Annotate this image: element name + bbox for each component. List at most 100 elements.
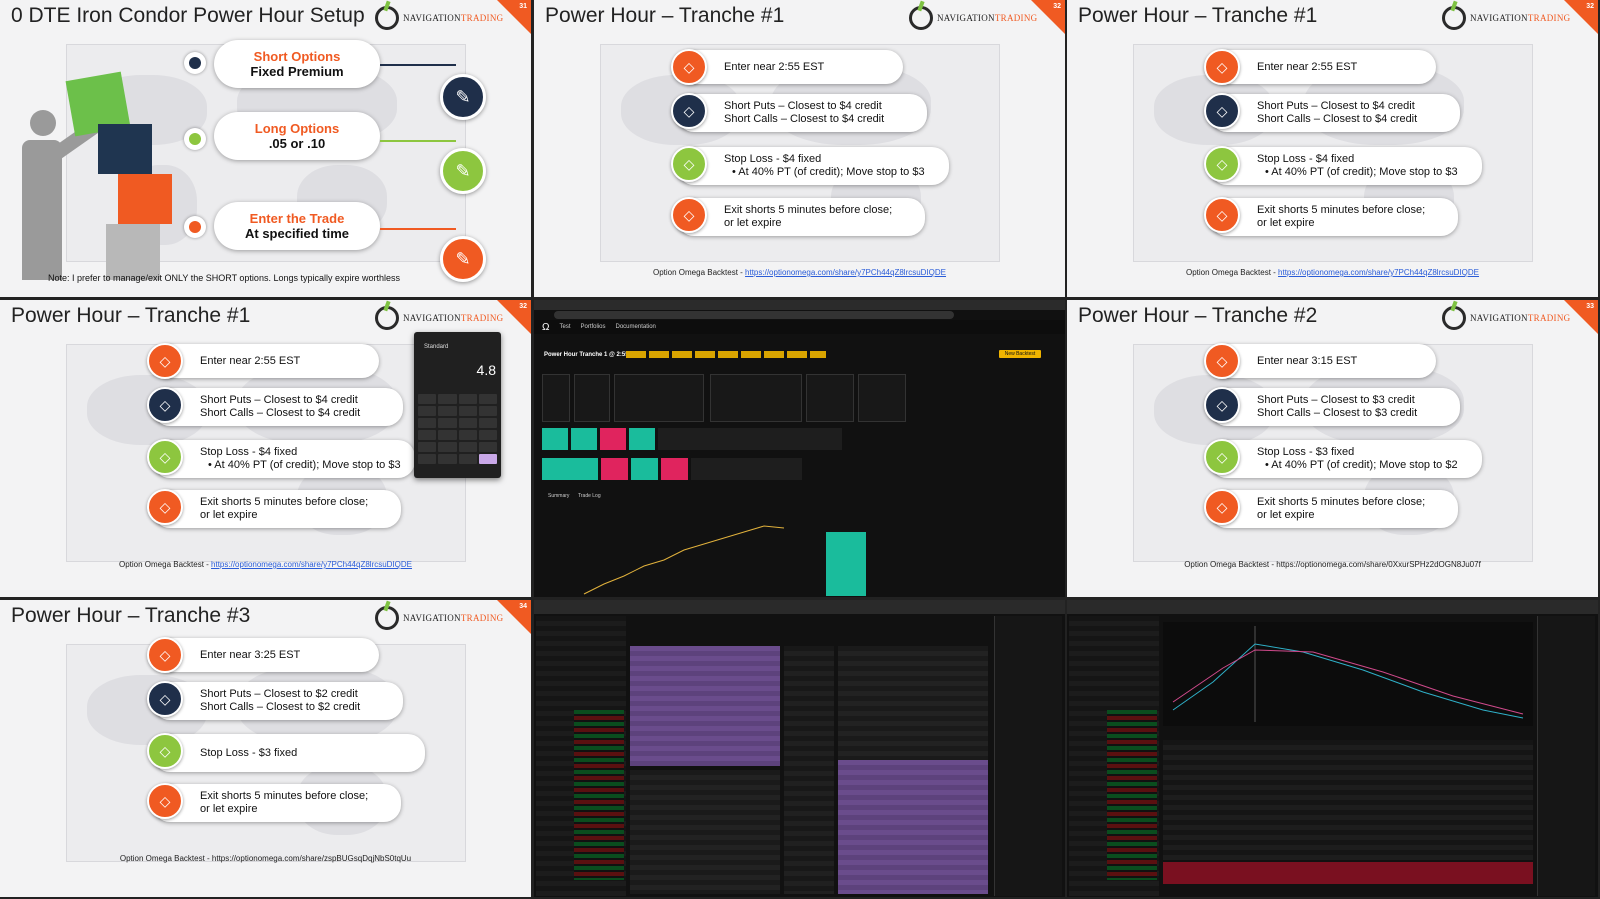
- platform-toolbar: [534, 600, 1065, 614]
- row-text: • At 40% PT (of credit); Move stop to $2: [1265, 459, 1458, 471]
- navigation-trading-logo: NAVIGATIONTRADING: [909, 6, 1037, 30]
- backtest-link[interactable]: https://optionomega.com/share/y7PCh44qZ8…: [1278, 268, 1479, 277]
- equity-curve-chart: [583, 525, 785, 595]
- step-marker-2: [184, 128, 206, 150]
- row-text: Short Calls – Closest to $4 credit: [724, 113, 885, 125]
- new-backtest-button[interactable]: New Backtest: [999, 350, 1041, 358]
- option-chain-calls[interactable]: [630, 646, 780, 766]
- params-panel: [542, 374, 570, 422]
- tab-trade-log[interactable]: Trade Log: [578, 493, 601, 499]
- connector-line: [380, 64, 456, 66]
- slide-title: Power Hour – Tranche #3: [11, 604, 251, 627]
- row-text: Enter near 3:25 EST: [200, 648, 301, 661]
- compass-logo-icon: [375, 606, 399, 630]
- backtest-link[interactable]: https://optionomega.com/share/y7PCh44qZ8…: [211, 560, 412, 569]
- diamond-icon: ◇: [1204, 439, 1240, 475]
- nav-documentation[interactable]: Documentation: [616, 324, 656, 330]
- brand-logo[interactable]: Ω: [542, 322, 549, 333]
- step-title: Long Options: [254, 121, 340, 136]
- row-text: Stop Loss - $4 fixed: [1257, 153, 1355, 165]
- diamond-icon: ◇: [147, 637, 183, 673]
- row-exit: ◇ Exit shorts 5 minutes before close; or l…: [1204, 489, 1458, 528]
- diamond-icon: ◇: [147, 681, 183, 717]
- footer-label: Option Omega Backtest -: [652, 268, 746, 277]
- row-text: • At 40% PT (of credit); Move stop to $3: [1265, 166, 1458, 178]
- diamond-icon: ◇: [671, 146, 707, 182]
- figure-illustration: [10, 70, 180, 280]
- row-text: Short Puts – Closest to $4 credit: [200, 394, 358, 406]
- step-detail: Fixed Premium: [250, 64, 344, 79]
- footer-label: Option Omega Backtest -: [118, 560, 212, 569]
- tile-tranche-1b: ◇ Enter near 2:55 EST ◇ Short Puts – Close…: [1067, 0, 1598, 297]
- compass-logo-icon: [909, 6, 933, 30]
- pencil-square-icon: ✎: [440, 148, 486, 194]
- exit-panel: [806, 374, 854, 422]
- calculator-window[interactable]: Standard 4.8: [414, 332, 501, 478]
- highlighted-order-rows[interactable]: [1163, 862, 1533, 884]
- row-text: or let expire: [1257, 217, 1315, 229]
- row-text: Short Calls – Closest to $4 credit: [200, 407, 361, 419]
- backtest-link[interactable]: https://optionomega.com/share/y7PCh44qZ8…: [745, 268, 946, 277]
- calculator-keypad[interactable]: [418, 394, 497, 464]
- app-header: Ω Test Portfolios Documentation: [534, 320, 1065, 334]
- connector-line: [380, 228, 456, 230]
- risk-profile-chart: [1163, 622, 1533, 726]
- params-panel: [574, 374, 610, 422]
- row-text: • At 40% PT (of credit); Move stop to $3: [732, 166, 925, 178]
- footer-label: Option Omega Backtest -: [1185, 268, 1279, 277]
- slide-title: Power Hour – Tranche #2: [1078, 304, 1318, 327]
- slide-title: Power Hour – Tranche #1: [11, 304, 251, 327]
- tile-option-omega-backtest: Ω Test Portfolios Documentation Power Ho…: [534, 300, 1065, 597]
- slide-grid: Short Options Fixed Premium Long Options.…: [0, 0, 1600, 899]
- stat-cards-row-1: [542, 428, 842, 450]
- diamond-icon: ◇: [147, 783, 183, 819]
- navigation-trading-logo: NAVIGATIONTRADING: [1442, 306, 1570, 330]
- tile-tranche-1a: ◇ Enter near 2:55 EST ◇ Short Puts – Close…: [534, 0, 1065, 297]
- order-panel[interactable]: [994, 616, 1062, 896]
- pencil-square-icon: ✎: [440, 236, 486, 282]
- diamond-icon: ◇: [1204, 489, 1240, 525]
- row-exit: ◇ Exit shorts 5 minutes before close; or l…: [1204, 197, 1458, 236]
- diamond-icon: ◇: [147, 489, 183, 525]
- slide-number: 32: [1586, 3, 1594, 10]
- platform-toolbar: [1067, 600, 1598, 614]
- browser-address-bar[interactable]: [554, 311, 954, 319]
- order-panel[interactable]: [1537, 616, 1595, 896]
- position-table[interactable]: [1163, 740, 1533, 860]
- logo-word-a: NAVIGATION: [1470, 313, 1528, 323]
- option-chain-puts-upper[interactable]: [838, 646, 988, 766]
- diamond-icon: ◇: [1204, 343, 1240, 379]
- row-text: Enter near 3:15 EST: [1257, 354, 1358, 367]
- row-text: • At 40% PT (of credit); Move stop to $3: [208, 459, 401, 471]
- backtest-footer: Option Omega Backtest - https://optionom…: [119, 854, 412, 863]
- pnl-curve-today: [1172, 643, 1524, 719]
- row-text: Exit shorts 5 minutes before close;: [724, 204, 893, 216]
- navigation-trading-logo: NAVIGATIONTRADING: [375, 6, 503, 30]
- row-shorts: ◇ Short Puts – Closest to $4 credit Short …: [1204, 93, 1460, 132]
- calculator-display: 4.8: [476, 362, 496, 378]
- diamond-icon: ◇: [1204, 93, 1240, 129]
- slide-number: 33: [1586, 303, 1594, 310]
- row-text: Exit shorts 5 minutes before close;: [200, 790, 369, 802]
- step-marker-3: [184, 216, 206, 238]
- step-detail: .05 or .10: [268, 136, 326, 151]
- slide-title: Power Hour – Tranche #1: [1078, 4, 1318, 27]
- row-text: Short Calls – Closest to $3 credit: [1257, 407, 1418, 419]
- tab-summary[interactable]: Summary: [548, 493, 569, 499]
- nav-test[interactable]: Test: [559, 324, 570, 330]
- diamond-icon: ◇: [1204, 197, 1240, 233]
- row-shorts: ◇ Short Puts – Closest to $3 credit Short …: [1204, 387, 1460, 426]
- option-chain-lower[interactable]: [630, 770, 780, 894]
- option-chain-puts[interactable]: [838, 760, 988, 894]
- nav-portfolios[interactable]: Portfolios: [581, 324, 606, 330]
- row-stop-loss: ◇ Stop Loss - $3 fixed: [147, 733, 425, 772]
- step-enter-trade: Enter the Trade At specified time: [214, 202, 380, 250]
- histogram-bar: [826, 532, 866, 596]
- row-stop-loss: ◇ Stop Loss - $4 fixed • At 40% PT (of cre…: [671, 146, 949, 185]
- row-text: or let expire: [200, 803, 258, 815]
- logo-word-a: NAVIGATION: [403, 13, 461, 23]
- navigation-trading-logo: NAVIGATIONTRADING: [375, 306, 503, 330]
- row-text: Enter near 2:55 EST: [1257, 60, 1358, 73]
- entry-panel: [710, 374, 802, 422]
- diamond-icon: ◇: [1204, 146, 1240, 182]
